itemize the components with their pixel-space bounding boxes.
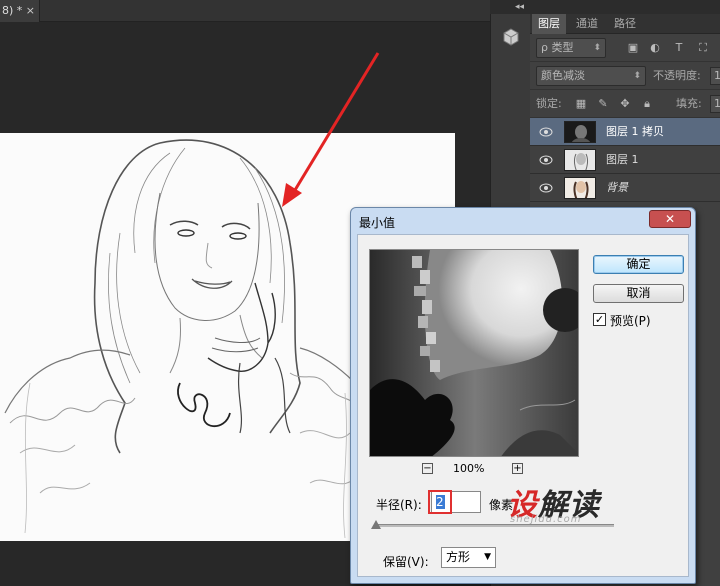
- layer-filter-dropdown[interactable]: ρ 类型 ⬍: [536, 38, 606, 58]
- watermark-url: shejidu.com: [510, 514, 582, 525]
- type-filter-icon[interactable]: T: [672, 41, 686, 55]
- cancel-button[interactable]: 取消: [593, 284, 684, 303]
- blend-row: 颜色减淡 ⬍ 不透明度: 1: [530, 62, 720, 90]
- shape-filter-icon[interactable]: ⛶: [696, 41, 710, 55]
- layer-filter-label: ρ 类型: [541, 41, 574, 54]
- layer-filter-row: ρ 类型 ⬍ ▣ ◐ T ⛶: [530, 34, 720, 62]
- radius-highlight-box: [428, 490, 452, 514]
- tab-paths[interactable]: 路径: [608, 14, 642, 34]
- lock-all-icon[interactable]: 🔒︎: [640, 97, 654, 111]
- zoom-level: 100%: [453, 462, 485, 475]
- lock-move-icon[interactable]: ✥: [618, 97, 632, 111]
- visibility-eye-icon[interactable]: [538, 154, 554, 166]
- visibility-eye-icon[interactable]: [538, 182, 554, 194]
- document-tab-title: 8) *: [2, 4, 23, 17]
- dialog-body: − 100% + 确定 取消 ✓ 预览(P) 半径(R): 2 像素 保留(V)…: [357, 234, 689, 577]
- close-dialog-button[interactable]: ✕: [649, 210, 691, 228]
- lock-row: 锁定: ▦ ✎ ✥ 🔒︎ 填充: 1: [530, 90, 720, 118]
- preview-checkbox-label: 预览(P): [610, 314, 651, 328]
- panel-header-bar: [530, 0, 720, 14]
- layer-thumbnail: [564, 121, 596, 143]
- minimum-filter-dialog: 最小值 ✕ − 100% + 确定 取消 ✓ 预览(P) 半径(R): 2 像素…: [350, 207, 696, 584]
- visibility-eye-icon[interactable]: [538, 126, 554, 138]
- image-filter-icon[interactable]: ▣: [626, 41, 640, 55]
- layer-row-layer1[interactable]: 图层 1: [530, 146, 720, 174]
- layer-name: 图层 1: [606, 153, 639, 166]
- layer-name: 图层 1 拷贝: [606, 125, 664, 138]
- layer-thumbnail: [564, 149, 596, 171]
- preserve-value: 方形: [446, 550, 471, 564]
- annotation-arrow: [282, 52, 380, 207]
- collapse-panels-button[interactable]: ◂◂: [490, 0, 530, 14]
- preview-image: [370, 250, 578, 456]
- adjustment-filter-icon[interactable]: ◐: [648, 41, 662, 55]
- ok-button[interactable]: 确定: [593, 255, 684, 274]
- preserve-dropdown[interactable]: 方形 ▼: [441, 547, 496, 568]
- layer-row-copy[interactable]: 图层 1 拷贝: [530, 118, 720, 146]
- radius-label: 半径(R):: [376, 498, 422, 512]
- tab-channels[interactable]: 通道: [570, 14, 604, 34]
- lock-label: 锁定:: [536, 97, 562, 110]
- blend-mode-dropdown[interactable]: 颜色减淡 ⬍: [536, 66, 646, 86]
- panel-tabs: 图层 通道 路径: [530, 14, 720, 34]
- opacity-field[interactable]: 1: [710, 67, 720, 85]
- layer-row-background[interactable]: 背景: [530, 174, 720, 202]
- lock-transparent-icon[interactable]: ▦: [574, 97, 588, 111]
- layer-thumbnail: [564, 177, 596, 199]
- layer-name: 背景: [606, 181, 628, 194]
- chevron-down-icon: ⬍: [633, 71, 641, 81]
- preview-checkbox[interactable]: ✓: [593, 313, 606, 326]
- lock-paint-icon[interactable]: ✎: [596, 97, 610, 111]
- fill-field[interactable]: 1: [710, 95, 720, 113]
- fill-label: 填充:: [676, 97, 702, 110]
- document-tab[interactable]: 8) * ×: [0, 0, 40, 22]
- blend-mode-value: 颜色减淡: [541, 69, 585, 82]
- chevron-down-icon: ▼: [484, 552, 491, 562]
- document-tab-bar: [40, 0, 490, 22]
- tab-layers[interactable]: 图层: [532, 14, 566, 34]
- zoom-in-button[interactable]: +: [512, 463, 523, 474]
- chevron-down-icon: ⬍: [593, 43, 601, 53]
- dialog-title: 最小值: [359, 216, 396, 230]
- opacity-label: 不透明度:: [653, 69, 701, 82]
- preserve-label: 保留(V):: [383, 555, 429, 569]
- close-tab-icon[interactable]: ×: [26, 0, 35, 22]
- photoshop-window: 8) * × ◂◂ 图层 通道 路径 ρ 类型 ⬍ ▣ ◐ T ⛶ 颜色减淡 ⬍…: [0, 0, 720, 586]
- 3d-cube-icon[interactable]: [500, 26, 522, 48]
- filter-preview[interactable]: [369, 249, 579, 457]
- zoom-out-button[interactable]: −: [422, 463, 433, 474]
- radius-slider-thumb[interactable]: [371, 520, 381, 529]
